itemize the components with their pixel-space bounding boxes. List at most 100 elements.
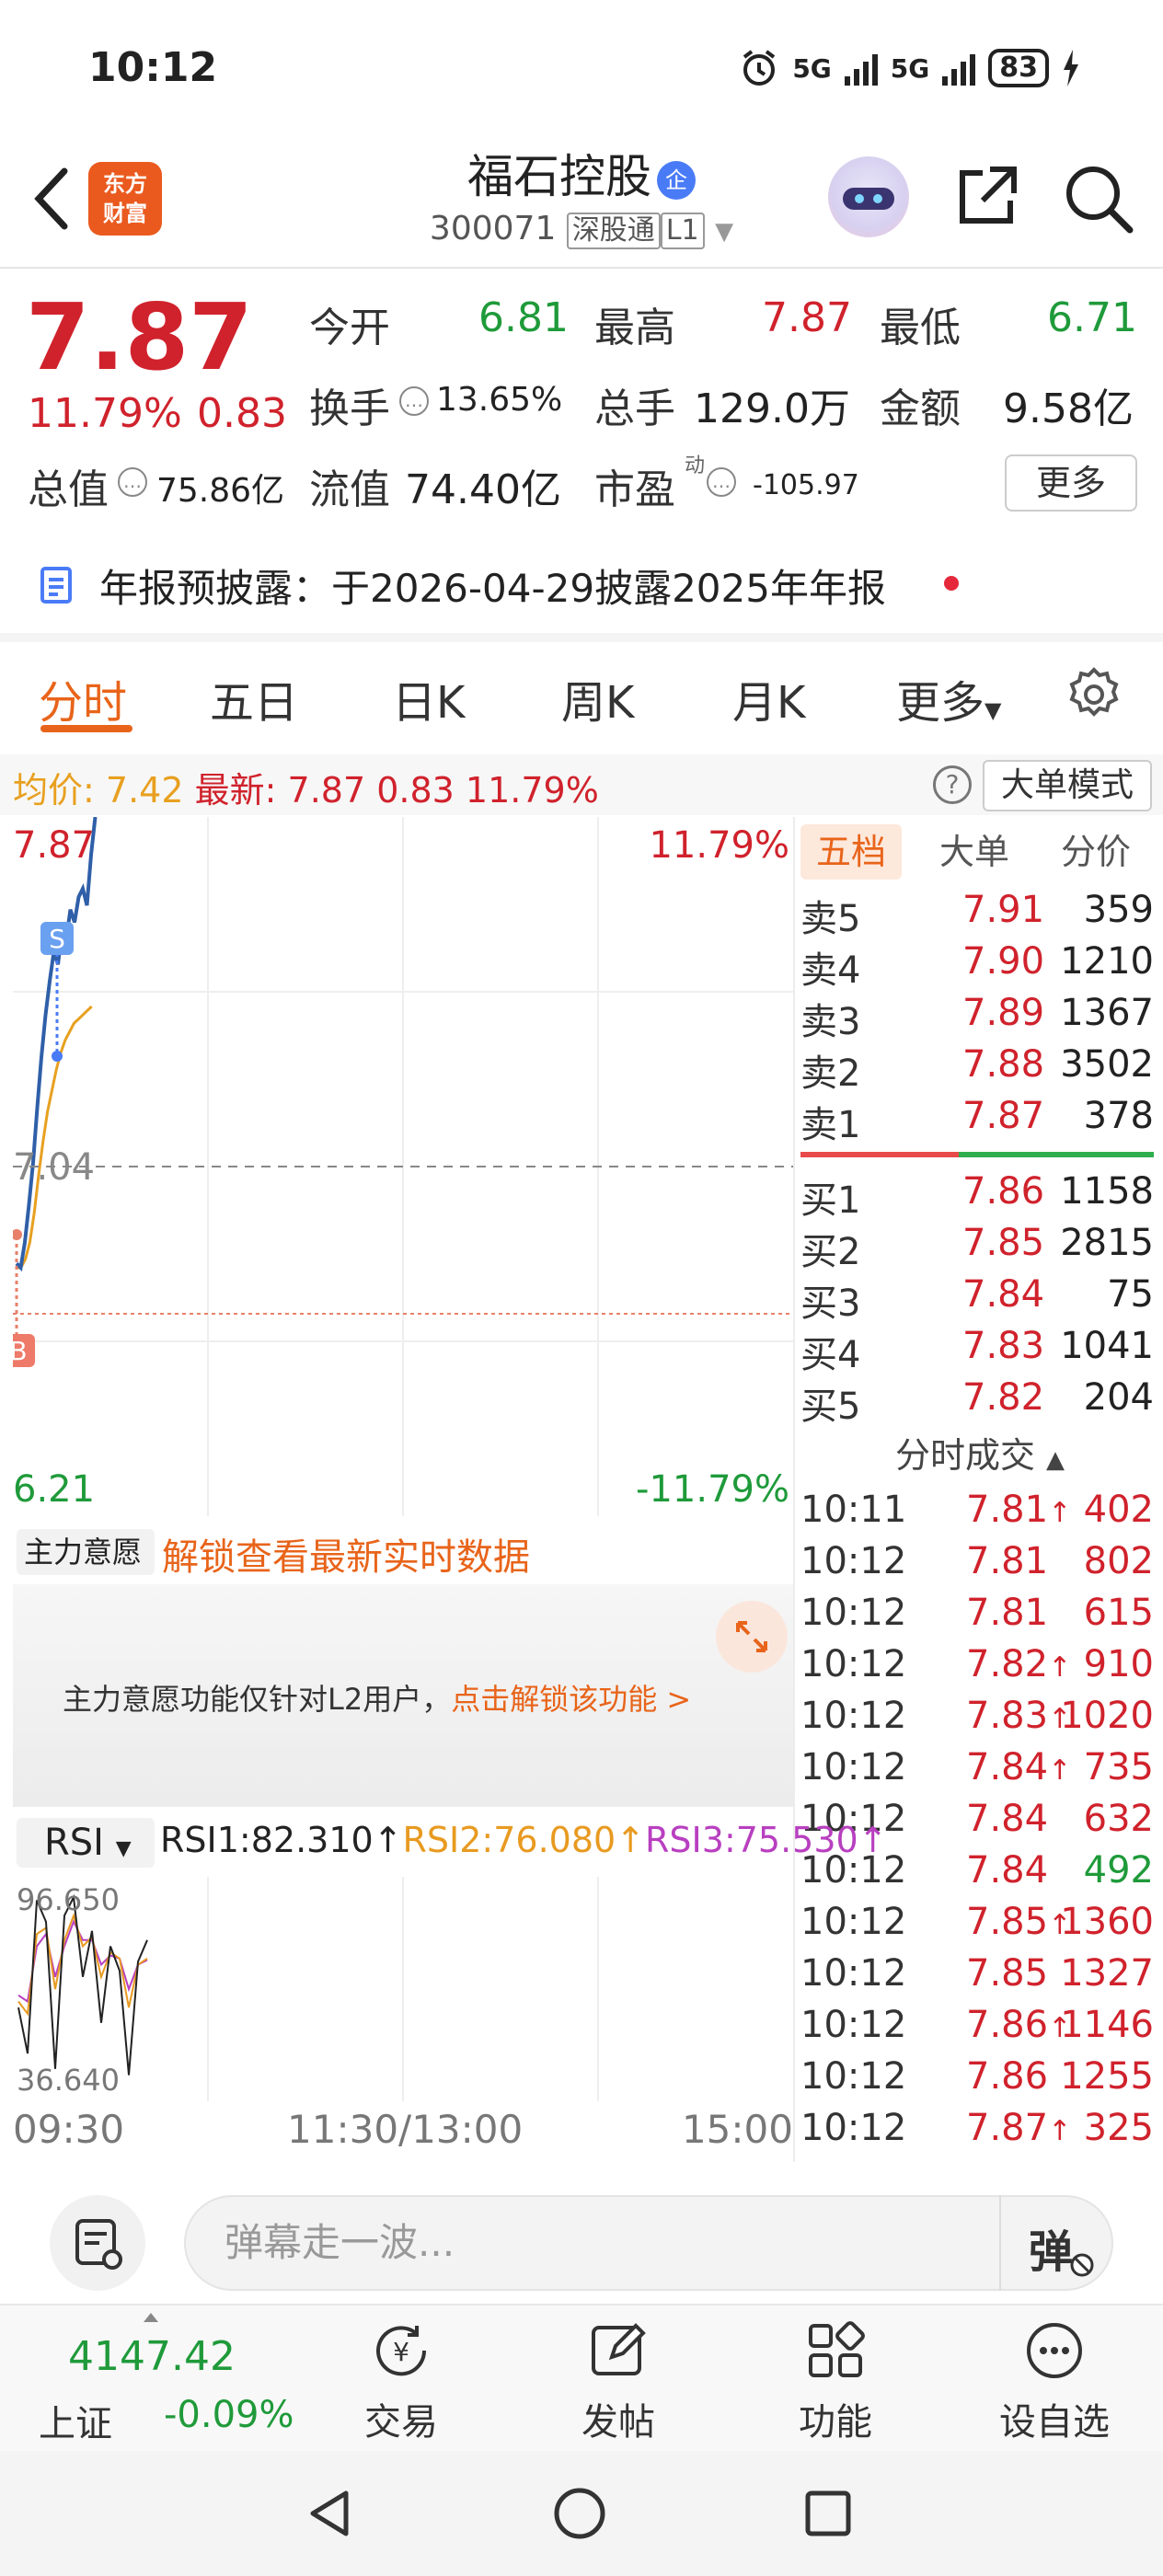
trade-price-value: 7.86: [966, 2055, 1049, 2098]
trade-row: 10:12 7.86↑ 1146: [797, 2002, 1163, 2053]
turnover-info-icon[interactable]: …: [399, 386, 429, 416]
nav-functions[interactable]: 功能: [753, 2318, 918, 2445]
index-change: -0.09%: [164, 2394, 294, 2436]
chart-bottom-percent: -11.79%: [636, 1468, 789, 1511]
pe-label: 市盈: [594, 466, 675, 513]
gear-icon[interactable]: [1065, 666, 1123, 723]
intraday-chart[interactable]: S B 7.87 11.79% 7.04 6.21 -11.79%: [13, 817, 793, 1516]
pe-superscript: 动: [685, 454, 706, 477]
sell-level-row[interactable]: 卖4 7.90 1210: [797, 937, 1163, 992]
more-button[interactable]: 更多: [1005, 454, 1137, 512]
connect-tag: 深股通: [566, 213, 661, 249]
system-home-icon[interactable]: [552, 2486, 607, 2541]
status-time: 10:12: [88, 44, 218, 91]
search-icon[interactable]: [1060, 160, 1137, 237]
trade-row: 10:12 7.81 615: [797, 1590, 1163, 1641]
notice-text[interactable]: 年报预披露：于2026-04-29披露2025年年报: [99, 558, 886, 614]
trade-price: 7.81↑: [966, 1489, 1071, 1531]
danmu-off-icon: [1070, 2253, 1094, 2277]
volume-value: 129.0万: [694, 385, 850, 432]
tab-weekly-k[interactable]: 周K: [561, 666, 634, 730]
nav-trade[interactable]: ¥ 交易: [318, 2318, 484, 2445]
tab-monthly-k[interactable]: 月K: [732, 666, 805, 730]
mainforce-selector[interactable]: 主力意愿 ▼: [17, 1529, 155, 1614]
nav-post[interactable]: 发帖: [535, 2318, 701, 2445]
mainforce-message: 主力意愿功能仅针对L2用户，点击解锁该功能 >: [63, 1676, 691, 1719]
document-icon: [40, 567, 72, 604]
trade-price-value: 7.87: [966, 2107, 1049, 2149]
trade-price-value: 7.84: [966, 1849, 1049, 1892]
tab-five-levels[interactable]: 五档: [800, 824, 902, 880]
order-book-panel: 五档 大单 分价 卖5 7.91 359 卖4 7.90 1210 卖3 7.89 1367 卖2…: [797, 817, 1163, 2156]
trade-row: 10:12 7.82↑ 910: [797, 1641, 1163, 1693]
market-cap-value: 75.86亿: [156, 472, 285, 510]
tab-more[interactable]: 更多▼: [896, 666, 1001, 730]
tab-daily-k[interactable]: 日K: [392, 666, 465, 730]
trade-row: 10:12 7.87↑ 325: [797, 2105, 1163, 2156]
assistant-robot-icon[interactable]: [828, 156, 909, 237]
sell-level-row[interactable]: 卖3 7.89 1367: [797, 988, 1163, 1043]
more-dots-icon: [1027, 2323, 1082, 2378]
big-order-mode-button[interactable]: 大单模式: [983, 760, 1152, 811]
share-icon[interactable]: [950, 160, 1023, 234]
trade-time: 10:12: [800, 2004, 907, 2046]
buy-level-row[interactable]: 买1 7.86 1158: [797, 1167, 1163, 1222]
index-name: 上证: [39, 2403, 112, 2445]
help-icon[interactable]: ?: [933, 765, 972, 804]
trades-header[interactable]: 分时成交 ▲: [797, 1424, 1163, 1487]
notice-unread-dot: [944, 576, 959, 591]
buy-level-row[interactable]: 买3 7.84 75: [797, 1270, 1163, 1325]
latest-label: 最新:: [194, 770, 277, 811]
dropdown-icon[interactable]: ▼: [715, 218, 733, 246]
float-cap-label: 流值: [309, 466, 390, 513]
rsi-chart[interactable]: 96.650 36.640: [13, 1877, 793, 2101]
trade-price: 7.84: [966, 1798, 1048, 1840]
trade-price-value: 7.83: [966, 1695, 1049, 1737]
mainforce-unlock-button[interactable]: 点击解锁该功能 >: [451, 1682, 691, 1717]
indicator-selector[interactable]: RSI ▼: [17, 1818, 155, 1868]
system-recents-icon[interactable]: [800, 2486, 856, 2541]
sell-level-price: 7.90: [962, 940, 1045, 983]
trade-price: 7.85↑: [966, 1901, 1071, 1943]
expand-icon[interactable]: [716, 1601, 788, 1673]
tab-big-orders[interactable]: 大单: [924, 824, 1025, 880]
buy-levels: 买1 7.86 1158 买2 7.85 2815 买3 7.84 75 买4 7.83 1041 买5…: [797, 1167, 1163, 1428]
buy-level-volume: 75: [1107, 1273, 1154, 1316]
sell-level-row[interactable]: 卖2 7.88 3502: [797, 1040, 1163, 1095]
buy-level-label: 买5: [800, 1386, 861, 1428]
buy-level-row[interactable]: 买5 7.82 204: [797, 1373, 1163, 1428]
sell-levels: 卖5 7.91 359 卖4 7.90 1210 卖3 7.89 1367 卖2 7.88 3502 卖…: [797, 885, 1163, 1146]
danmu-toggle-button[interactable]: 弹: [999, 2195, 1113, 2291]
buy-level-row[interactable]: 买4 7.83 1041: [797, 1321, 1163, 1376]
change-amount: 0.83: [197, 390, 287, 437]
avg-latest-line: 均价: 7.42 最新: 7.87 0.83 11.79%: [13, 762, 599, 812]
danmu-input[interactable]: 弹幕走一波...: [184, 2195, 1113, 2291]
buy-level-row[interactable]: 买2 7.85 2815: [797, 1218, 1163, 1273]
sell-level-label: 卖5: [800, 898, 861, 940]
system-back-icon[interactable]: [304, 2486, 359, 2541]
change-percent: 11.79%: [28, 390, 182, 437]
low-value: 6.71: [1047, 294, 1137, 341]
trade-time: 10:12: [800, 2055, 907, 2098]
buy-level-volume: 1158: [1060, 1170, 1154, 1213]
market-cap-info-icon[interactable]: …: [118, 467, 147, 497]
trade-price-value: 7.81: [966, 1489, 1049, 1531]
tab-price-distribution[interactable]: 分价: [1045, 824, 1146, 880]
intraday-chart-svg[interactable]: S B 7.87 11.79% 7.04 6.21 -11.79%: [13, 817, 793, 1516]
trade-price: 7.81: [966, 1592, 1048, 1634]
pe-info-icon[interactable]: …: [707, 467, 736, 497]
rsi-bottom-value: 36.640: [17, 2063, 120, 2098]
trade-price-value: 7.81: [966, 1540, 1049, 1582]
note-settings-icon[interactable]: [50, 2195, 145, 2291]
battery-indicator: 83: [988, 49, 1049, 87]
tab-intraday[interactable]: 分时: [39, 666, 127, 730]
nav-add-watchlist[interactable]: 设自选: [972, 2318, 1137, 2445]
index-value[interactable]: 4147.42: [68, 2333, 236, 2380]
sell-level-row[interactable]: 卖1 7.87 378: [797, 1091, 1163, 1146]
mainforce-unlock-link[interactable]: 解锁查看最新实时数据: [162, 1527, 530, 1581]
danmu-toggle-label: 弹: [1029, 2226, 1074, 2278]
tab-five-day[interactable]: 五日: [210, 666, 298, 730]
sell-level-row[interactable]: 卖5 7.91 359: [797, 885, 1163, 940]
trade-price-value: 7.82: [966, 1643, 1049, 1685]
edit-icon: [592, 2323, 646, 2375]
